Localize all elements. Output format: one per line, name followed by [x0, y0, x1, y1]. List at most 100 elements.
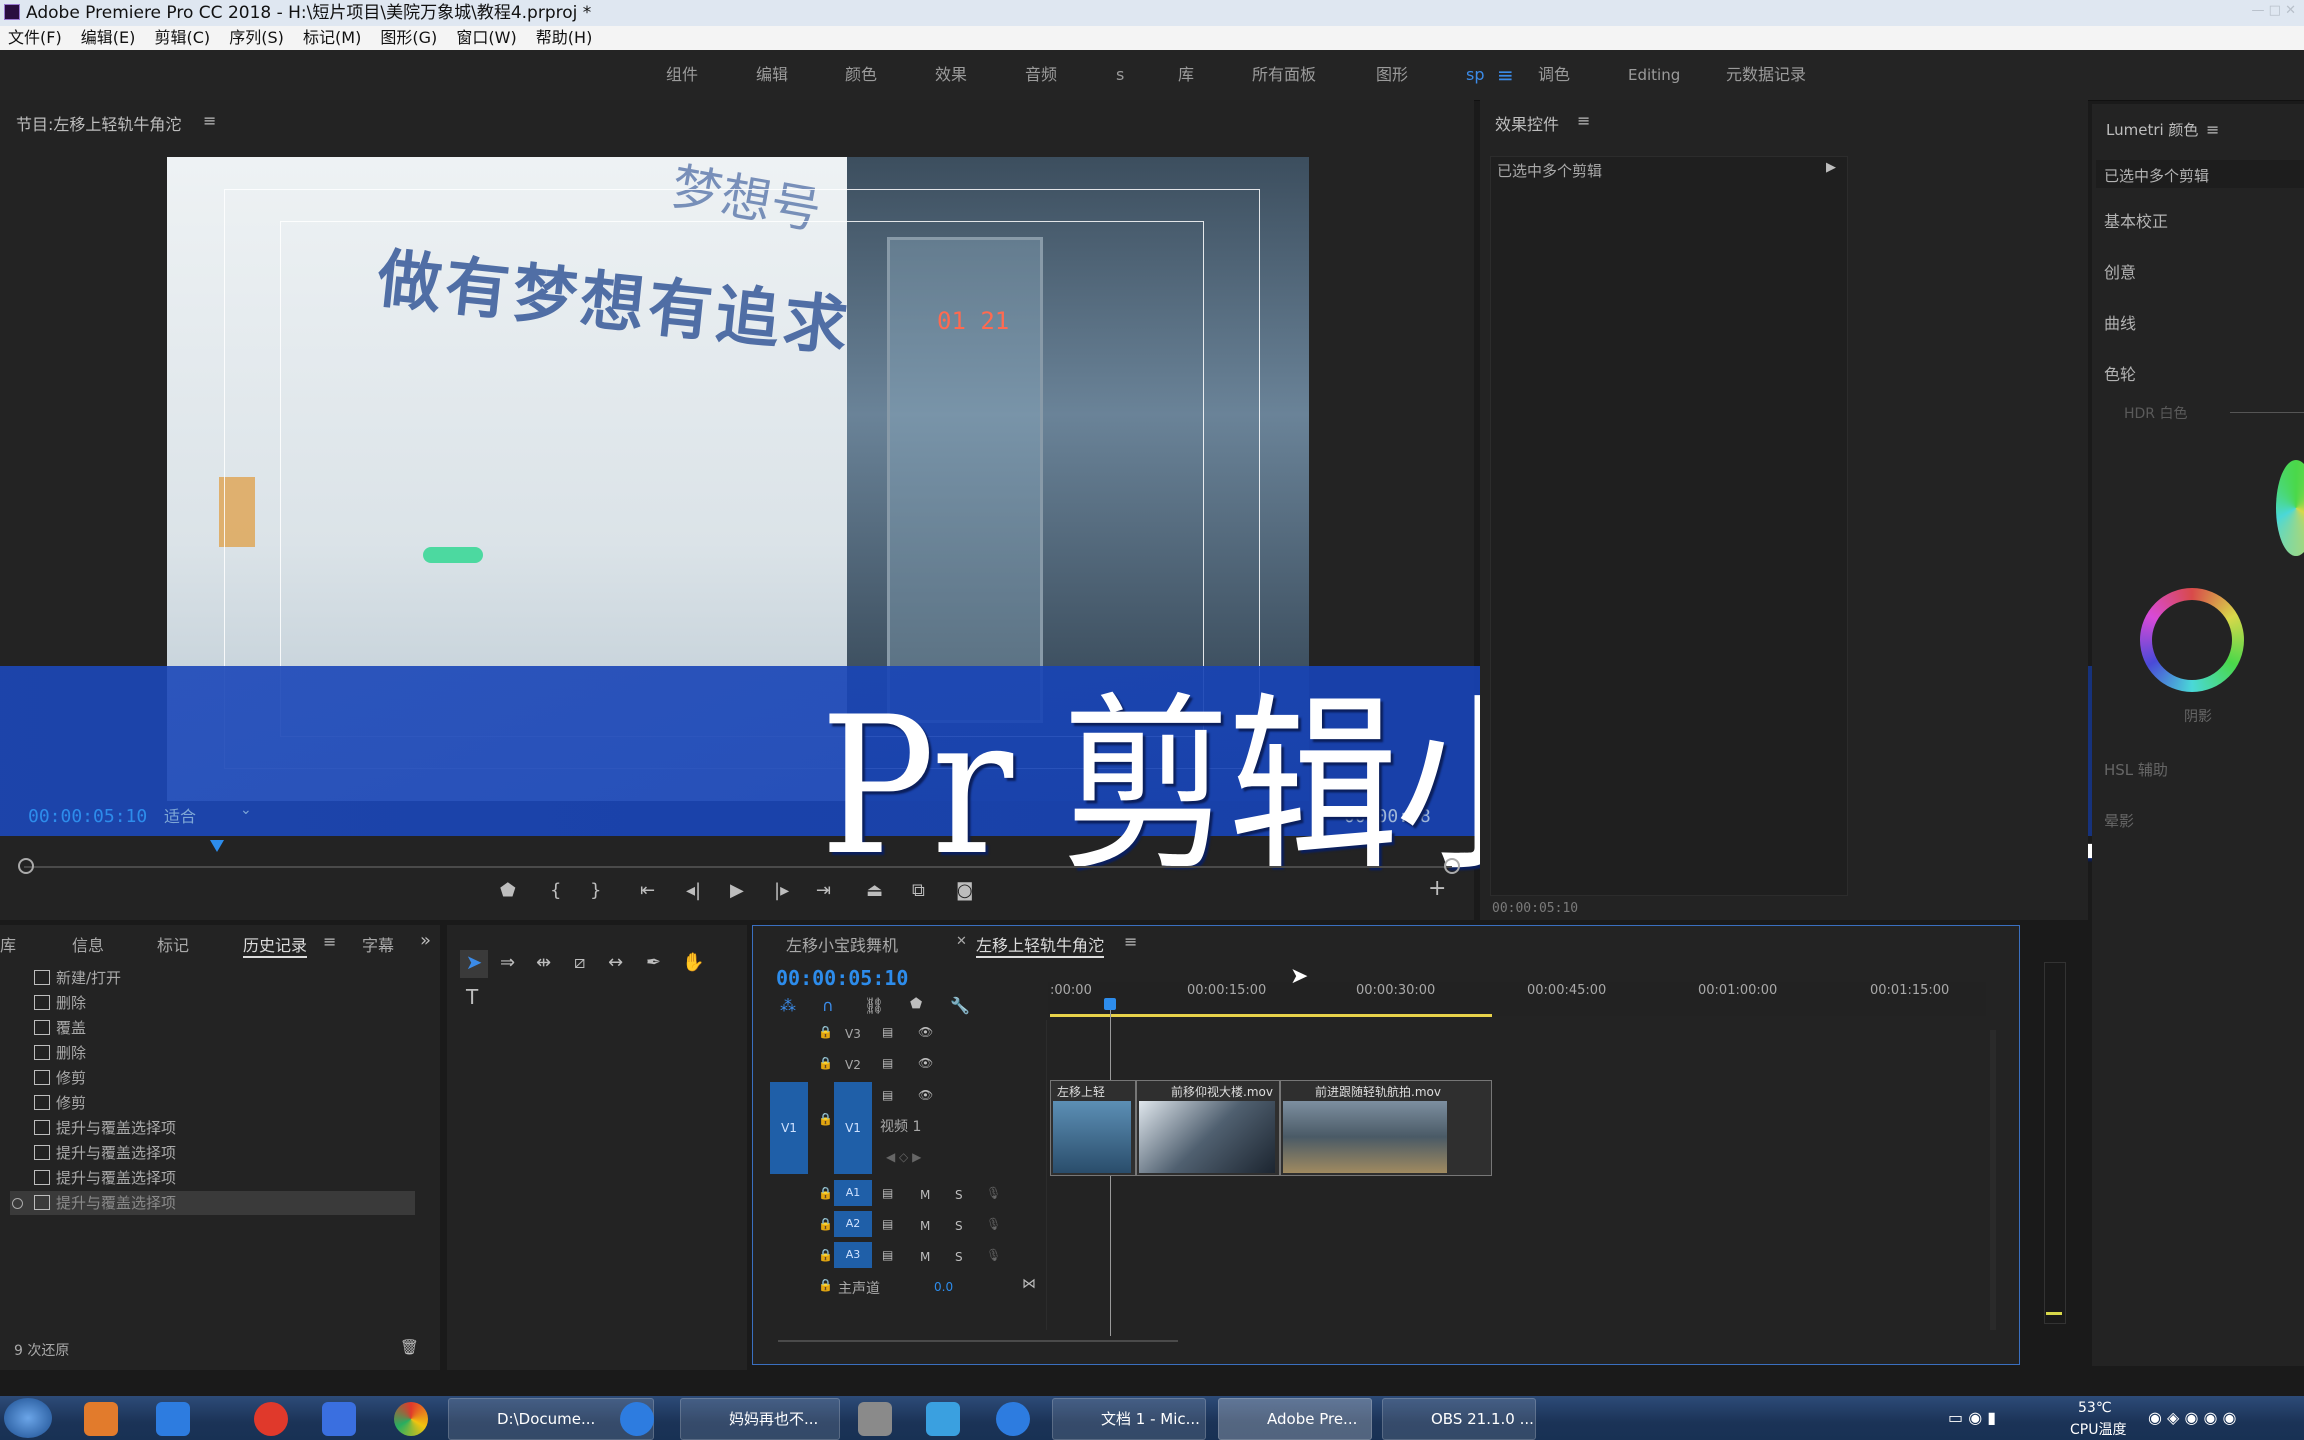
timeline-marker-icon[interactable]: ⬟ — [910, 996, 922, 1012]
extract-icon[interactable]: ⧉ — [912, 880, 925, 901]
slip-tool-icon[interactable]: ↔ — [608, 952, 623, 973]
lock-icon[interactable]: 🔒 — [818, 1025, 833, 1039]
type-tool-icon[interactable]: T — [466, 985, 478, 1009]
source-patch-v1[interactable]: V1 — [770, 1082, 808, 1174]
audio-track-a1[interactable]: A1 — [834, 1180, 872, 1206]
menu-edit[interactable]: 编辑(E) — [81, 28, 136, 47]
work-area-bar[interactable] — [1050, 1014, 1492, 1017]
program-panel-menu-icon[interactable]: ≡ — [203, 111, 216, 130]
sync-icon[interactable]: ▤ — [882, 1248, 893, 1262]
menu-graphics[interactable]: 图形(G) — [380, 28, 437, 47]
step-back-icon[interactable]: ◂| — [686, 880, 701, 901]
track-select-tool-icon[interactable]: ⇒ — [500, 952, 515, 973]
timeline-menu-icon[interactable]: ≡ — [1124, 932, 1137, 951]
menu-sequence[interactable]: 序列(S) — [229, 28, 284, 47]
export-frame-icon[interactable]: ◙ — [956, 880, 973, 901]
snap-icon[interactable]: ∩ — [822, 996, 834, 1015]
lock-icon[interactable]: 🔒 — [818, 1186, 833, 1200]
ripple-edit-tool-icon[interactable]: ⇹ — [536, 952, 551, 973]
scrubber-out-handle[interactable] — [1444, 858, 1460, 874]
workspace-tab-effects[interactable]: 效果 — [935, 50, 967, 100]
taskbar-app-icon[interactable] — [84, 1402, 118, 1436]
taskbar-app-icon[interactable] — [322, 1402, 356, 1436]
selection-tool-icon[interactable]: ➤ — [460, 950, 488, 978]
hdr-white-slider[interactable] — [2230, 412, 2304, 413]
timeline-vertical-scrollbar[interactable] — [1990, 1030, 1996, 1330]
taskbar-app-icon[interactable] — [926, 1402, 960, 1436]
menu-file[interactable]: 文件(F) — [8, 28, 62, 47]
workspace-tab-editing[interactable]: 编辑 — [756, 50, 788, 100]
go-to-in-icon[interactable]: ⇤ — [640, 880, 655, 901]
sync-icon[interactable]: ▤ — [882, 1186, 893, 1200]
voiceover-mic-icon[interactable]: 🎙 — [986, 1217, 1001, 1231]
track-target-v1[interactable]: V1 — [834, 1082, 872, 1174]
lock-icon[interactable]: 🔒 — [818, 1217, 833, 1231]
history-item[interactable]: 删除 — [10, 1041, 415, 1065]
program-scrubber[interactable] — [24, 866, 1452, 868]
lock-icon[interactable]: 🔒 — [818, 1112, 833, 1126]
step-forward-icon[interactable]: |▸ — [774, 880, 789, 901]
taskbar-app-icon[interactable] — [156, 1402, 190, 1436]
sync-icon[interactable]: ▤ — [882, 1217, 893, 1231]
mark-out-icon[interactable]: } — [590, 880, 601, 901]
eye-icon[interactable]: 👁 — [918, 1088, 933, 1102]
sync-icon[interactable]: ▤ — [882, 1088, 893, 1102]
program-playhead[interactable] — [210, 840, 224, 852]
workspace-tab-assembly[interactable]: 组件 — [666, 50, 698, 100]
tab-history[interactable]: 历史记录 — [243, 932, 308, 958]
taskbar-item-obs[interactable]: OBS 21.1.0 ... — [1382, 1398, 1536, 1440]
lumetri-menu-icon[interactable]: ≡ — [2206, 120, 2219, 139]
workspace-tab-audio[interactable]: 音频 — [1025, 50, 1057, 100]
pen-tool-icon[interactable]: ✒ — [646, 952, 661, 973]
history-item[interactable]: 覆盖 — [10, 1016, 415, 1040]
solo-button[interactable]: S — [955, 1219, 963, 1233]
video-clip[interactable]: 左移上轻 — [1050, 1080, 1136, 1176]
voiceover-mic-icon[interactable]: 🎙 — [986, 1186, 1001, 1200]
menu-window[interactable]: 窗口(W) — [456, 28, 516, 47]
taskbar-item-premiere[interactable]: Adobe Pre... — [1218, 1398, 1372, 1440]
lumetri-color-wheels[interactable]: 色轮 — [2104, 361, 2136, 385]
history-item[interactable]: 提升与覆盖选择项 — [10, 1166, 415, 1190]
lumetri-curves[interactable]: 曲线 — [2104, 310, 2136, 334]
history-menu-icon[interactable]: ≡ — [323, 932, 336, 951]
more-tabs-icon[interactable]: » — [420, 930, 431, 951]
mark-in-icon[interactable]: { — [550, 880, 561, 901]
workspace-tab-all-panels[interactable]: 所有面板 — [1252, 50, 1316, 100]
eye-icon[interactable]: 👁 — [918, 1025, 933, 1039]
button-editor-icon[interactable]: + — [1428, 876, 1446, 901]
history-item[interactable]: 修剪 — [10, 1091, 415, 1115]
hand-tool-icon[interactable]: ✋ — [682, 952, 704, 973]
go-to-out-icon[interactable]: ⇥ — [816, 880, 831, 901]
video-clip[interactable]: 前进跟随轻轨航拍.mov — [1280, 1080, 1492, 1176]
tab-markers[interactable]: 标记 — [157, 932, 189, 956]
close-tab-icon[interactable]: ✕ — [956, 934, 967, 949]
ie-icon[interactable] — [620, 1402, 654, 1436]
taskbar-item-browser[interactable]: 妈妈再也不... — [680, 1398, 840, 1440]
add-marker-icon[interactable]: ⬟ — [500, 880, 516, 901]
program-timecode[interactable]: 00:00:05:10 — [28, 806, 147, 827]
lumetri-creative[interactable]: 创意 — [2104, 259, 2136, 283]
solo-button[interactable]: S — [955, 1250, 963, 1264]
video-clip[interactable]: 前移仰视大楼.mov — [1136, 1080, 1280, 1176]
workspace-menu-icon[interactable]: ≡ — [1497, 50, 1514, 100]
lumetri-basic-correction[interactable]: 基本校正 — [2104, 208, 2168, 232]
taskbar-item-word[interactable]: 文档 1 - Mic... — [1052, 1398, 1206, 1440]
workspace-tab-color[interactable]: 颜色 — [845, 50, 877, 100]
razor-tool-icon[interactable]: ⧄ — [574, 952, 585, 973]
taskbar-app-icon[interactable] — [858, 1402, 892, 1436]
play-icon[interactable]: ▶ — [730, 880, 744, 901]
taskbar-app-icon[interactable] — [996, 1402, 1030, 1436]
linked-selection-icon[interactable]: ⛓ — [864, 996, 884, 1015]
menu-clip[interactable]: 剪辑(C) — [155, 28, 211, 47]
chrome-icon[interactable] — [394, 1402, 428, 1436]
mute-button[interactable]: M — [920, 1219, 930, 1233]
workspace-tab-grading[interactable]: 调色 — [1538, 50, 1570, 100]
tab-info[interactable]: 信息 — [72, 932, 104, 956]
lift-icon[interactable]: ⏏ — [866, 880, 883, 901]
history-item[interactable]: 新建/打开 — [10, 966, 415, 990]
effect-expand-icon[interactable]: ▶ — [1826, 160, 1836, 175]
timeline-horizontal-scrollbar[interactable] — [778, 1340, 1178, 1342]
workspace-tab-library[interactable]: 库 — [1178, 50, 1194, 100]
mute-button[interactable]: M — [920, 1250, 930, 1264]
sequence-tab-1[interactable]: 左移小宝践舞机 — [786, 932, 898, 956]
